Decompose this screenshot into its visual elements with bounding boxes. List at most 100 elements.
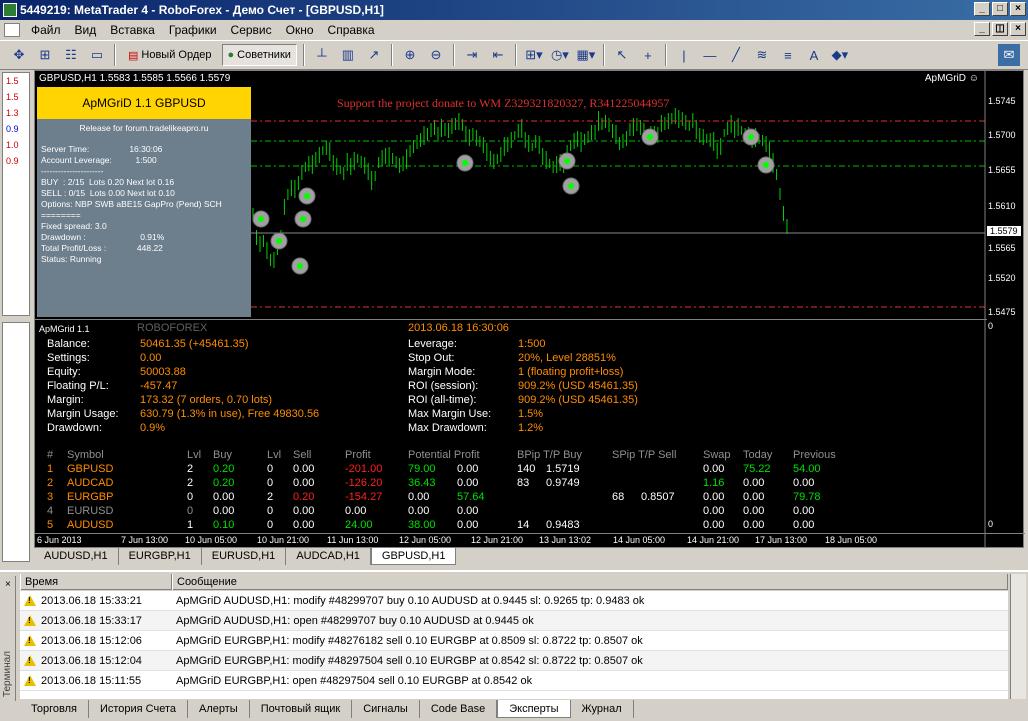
log-row[interactable]: 2013.06.18 15:12:06 ApMGriD EURGBP,H1: mo… [20, 631, 1008, 651]
line-chart-icon[interactable]: ↗ [363, 44, 385, 66]
terminal-tab[interactable]: Алерты [188, 700, 250, 718]
terminal-log: 2013.06.18 15:33:21 ApMGriD AUDUSD,H1: mo… [20, 591, 1008, 699]
menu-view[interactable]: Вид [68, 20, 104, 40]
market-watch-row[interactable]: 1.0 [3, 137, 29, 153]
autoscroll-icon[interactable]: ⇥ [461, 44, 483, 66]
close-button[interactable]: × [1010, 2, 1026, 16]
log-row[interactable]: 2013.06.18 15:12:04 ApMGriD EURGBP,H1: mo… [20, 651, 1008, 671]
stat-value: 1.5% [518, 408, 544, 420]
market-watch-row[interactable]: 1.5 [3, 73, 29, 89]
mdi-minimize-button[interactable]: _ [974, 22, 990, 36]
menu-window[interactable]: Окно [279, 20, 321, 40]
menu-insert[interactable]: Вставка [103, 20, 162, 40]
log-time: 2013.06.18 15:33:21 [41, 594, 142, 607]
new-order-button[interactable]: ▤ Новый Ордер [122, 44, 218, 66]
price-chart[interactable]: GBPUSD,H1 1.5583 1.5585 1.5566 1.5579 Ap… [34, 70, 1025, 549]
table-cell: 0.9749 [546, 477, 580, 489]
table-cell: 1.16 [703, 477, 725, 489]
cursor-icon[interactable]: ↖ [611, 44, 633, 66]
time-label: 11 Jun 13:00 [327, 535, 379, 545]
order-marker-core [297, 263, 303, 269]
terminal-tab[interactable]: История Счета [89, 700, 189, 718]
table-cell: EURGBP [67, 491, 114, 503]
market-watch-icon[interactable]: ⊞ [34, 44, 56, 66]
terminal-tab[interactable]: Почтовый ящик [250, 700, 353, 718]
ea-info-title: ApMGriD 1.1 GBPUSD [37, 87, 251, 119]
templates-icon[interactable]: ▦▾ [575, 44, 597, 66]
experts-button[interactable]: ● Советники [221, 44, 297, 66]
log-row[interactable]: 2013.06.18 15:33:17 ApMGriD AUDUSD,H1: op… [20, 611, 1008, 631]
app-icon [3, 3, 17, 17]
text-icon[interactable]: A [803, 44, 825, 66]
symbol-tab[interactable]: EURUSD,H1 [202, 548, 287, 565]
market-watch-row[interactable]: 1.3 [3, 105, 29, 121]
minimize-button[interactable]: _ [974, 2, 990, 16]
market-watch-panel[interactable]: 1.5 1.5 1.3 0.9 1.0 0.9 [2, 72, 30, 316]
col-time[interactable]: Время [20, 574, 172, 590]
mdi-restore-button[interactable]: ◫ [992, 22, 1008, 36]
channel-icon[interactable]: ≋ [751, 44, 773, 66]
maximize-button[interactable]: □ [992, 2, 1008, 16]
symbol-tab[interactable]: EURGBP,H1 [119, 548, 202, 565]
col-message[interactable]: Сообщение [172, 574, 1008, 590]
left-panel: 1.5 1.5 1.3 0.9 1.0 0.9 [0, 70, 33, 566]
price-label: 1.5610 [988, 201, 1016, 211]
menu-help[interactable]: Справка [321, 20, 382, 40]
table-cell: 57.64 [457, 491, 485, 503]
table-cell: 0.00 [457, 505, 479, 517]
market-watch-row[interactable]: 0.9 [3, 153, 29, 169]
warning-icon [24, 595, 36, 606]
title-bar: 5449219: MetaTrader 4 - RoboForex - Демо… [0, 0, 1028, 20]
stat-label: Margin Usage: [47, 408, 119, 420]
ea-name-label: ApMGriD ☺ [924, 73, 979, 84]
symbol-tab[interactable]: GBPUSD,H1 [370, 548, 457, 565]
shapes-icon[interactable]: ◆▾ [829, 44, 851, 66]
current-price-box: 1.5579 [986, 225, 1022, 237]
market-watch-row[interactable]: 0.9 [3, 121, 29, 137]
log-time: 2013.06.18 15:12:04 [41, 654, 142, 667]
table-cell: 0.9483 [546, 519, 580, 531]
vertical-line-icon[interactable]: | [673, 44, 695, 66]
chart-shift-icon[interactable]: ⇤ [487, 44, 509, 66]
price-label: 1.5700 [988, 130, 1016, 140]
navigator-panel[interactable] [2, 322, 30, 562]
warning-icon [24, 635, 36, 646]
menu-file[interactable]: Файл [24, 20, 68, 40]
terminal-tab[interactable]: Сигналы [352, 700, 420, 718]
crosshair-move-icon[interactable]: ✥ [8, 44, 30, 66]
table-cell: 140 [517, 463, 536, 475]
symbol-tab[interactable]: AUDUSD,H1 [34, 548, 119, 565]
symbol-tab[interactable]: AUDCAD,H1 [286, 548, 371, 565]
zoom-out-icon[interactable]: ⊖ [425, 44, 447, 66]
table-cell: 75.22 [743, 463, 771, 475]
log-row[interactable]: 2013.06.18 15:11:55 ApMGriD EURGBP,H1: op… [20, 671, 1008, 691]
menu-tools[interactable]: Сервис [224, 20, 279, 40]
terminal-table-header: Время Сообщение [20, 574, 1008, 590]
terminal-tab[interactable]: Журнал [571, 700, 634, 718]
terminal-tab[interactable]: Эксперты [497, 700, 571, 718]
close-icon[interactable]: × [5, 580, 15, 590]
bar-chart-icon[interactable]: ┴ [311, 44, 333, 66]
terminal-scrollbar[interactable] [1010, 574, 1026, 699]
indicators-icon[interactable]: ⊞▾ [523, 44, 545, 66]
zoom-in-icon[interactable]: ⊕ [399, 44, 421, 66]
stat-value: -457.47 [140, 380, 178, 392]
periods-icon[interactable]: ◷▾ [549, 44, 571, 66]
terminal-icon[interactable]: ▭ [86, 44, 108, 66]
log-row[interactable]: 2013.06.18 15:33:21 ApMGriD AUDUSD,H1: mo… [20, 591, 1008, 611]
navigator-icon[interactable]: ☷ [60, 44, 82, 66]
market-watch-row[interactable]: 1.5 [3, 89, 29, 105]
terminal-tab[interactable]: Code Base [420, 700, 498, 718]
column-header: Profit [345, 449, 371, 461]
horizontal-line-icon[interactable]: — [699, 44, 721, 66]
fibonacci-icon[interactable]: ≡ [777, 44, 799, 66]
terminal-tab[interactable]: Торговля [20, 700, 89, 718]
candle-chart-icon[interactable]: ▥ [337, 44, 359, 66]
trendline-icon[interactable]: ╱ [725, 44, 747, 66]
chat-icon[interactable]: ✉ [998, 44, 1020, 66]
menu-charts[interactable]: Графики [162, 20, 224, 40]
mdi-close-button[interactable]: × [1010, 22, 1026, 36]
table-cell: 0.00 [793, 477, 815, 489]
table-cell: -154.27 [345, 491, 383, 503]
crosshair-icon[interactable]: + [637, 44, 659, 66]
